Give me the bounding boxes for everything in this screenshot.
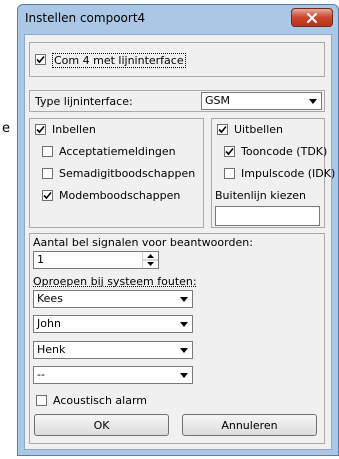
checkmark-icon bbox=[36, 125, 45, 134]
title-bar[interactable]: Instellen compoort4 bbox=[18, 5, 338, 34]
rings-label: Aantal bel signalen voor beantwoorden: bbox=[33, 236, 253, 249]
pulse-code-checkbox[interactable] bbox=[224, 168, 235, 179]
acoustic-alarm-checkbox[interactable] bbox=[36, 395, 47, 406]
com4-group: Com 4 met lijninterface bbox=[29, 42, 325, 77]
answer-group: Aantal bel signalen voor beantwoorden: 1… bbox=[29, 233, 325, 444]
acceptance-checkbox[interactable] bbox=[42, 146, 53, 157]
call-on-error-value-1: Kees bbox=[37, 292, 63, 305]
checkmark-icon bbox=[225, 147, 234, 156]
line-interface-group: Type lijninterface: GSM bbox=[29, 90, 325, 112]
line-interface-label: Type lijninterface: bbox=[35, 95, 133, 108]
call-on-error-value-2: John bbox=[37, 317, 61, 330]
checkmark-icon bbox=[36, 55, 45, 64]
stray-text: e bbox=[2, 121, 10, 136]
chevron-down-icon[interactable] bbox=[176, 367, 192, 383]
call-on-error-value-3: Henk bbox=[37, 343, 66, 356]
rings-spinner[interactable]: 1 bbox=[33, 251, 159, 269]
dialog-client: Com 4 met lijninterface Type lijninterfa… bbox=[24, 34, 335, 450]
tone-code-label[interactable]: Tooncode (TDK) bbox=[241, 145, 327, 158]
chevron-down-icon[interactable] bbox=[305, 93, 321, 109]
dialog-window: Instellen compoort4 Com 4 met lijninterf… bbox=[17, 4, 339, 456]
line-interface-select[interactable]: GSM bbox=[201, 92, 322, 110]
semadigit-label[interactable]: Semadigitboodschappen bbox=[59, 167, 195, 180]
modem-label[interactable]: Modemboodschappen bbox=[59, 189, 180, 202]
inbound-label[interactable]: Inbellen bbox=[52, 123, 96, 136]
pulse-code-label[interactable]: Impulscode (IDK) bbox=[241, 167, 335, 180]
outbound-checkbox[interactable] bbox=[217, 124, 228, 135]
inbound-checkbox[interactable] bbox=[35, 124, 46, 135]
outside-line-label: Buitenlijn kiezen bbox=[215, 189, 306, 202]
ok-button[interactable]: OK bbox=[34, 414, 169, 436]
cancel-button[interactable]: Annuleren bbox=[182, 414, 317, 436]
chevron-down-icon[interactable] bbox=[176, 291, 192, 307]
close-button[interactable] bbox=[291, 8, 333, 27]
outbound-label[interactable]: Uitbellen bbox=[234, 123, 283, 136]
rings-value: 1 bbox=[37, 253, 44, 266]
spin-arrows-icon[interactable] bbox=[142, 252, 158, 268]
window-title: Instellen compoort4 bbox=[25, 11, 146, 25]
call-on-error-select-2[interactable]: John bbox=[33, 315, 193, 333]
call-on-error-value-4: -- bbox=[37, 368, 45, 381]
modem-checkbox[interactable] bbox=[42, 190, 53, 201]
close-x-icon bbox=[307, 12, 317, 23]
inbound-group: Inbellen Acceptatiemeldingen Semadigitbo… bbox=[29, 118, 204, 228]
checkmark-icon bbox=[43, 191, 52, 200]
acoustic-alarm-label[interactable]: Acoustisch alarm bbox=[53, 394, 147, 407]
outside-line-input[interactable] bbox=[215, 206, 320, 226]
checkmark-icon bbox=[218, 125, 227, 134]
call-on-error-select-3[interactable]: Henk bbox=[33, 341, 193, 359]
call-on-error-label: Oproepen bij systeem fouten: bbox=[33, 275, 197, 288]
acceptance-label[interactable]: Acceptatiemeldingen bbox=[59, 145, 176, 158]
com4-checkbox[interactable] bbox=[35, 54, 46, 65]
chevron-down-icon[interactable] bbox=[176, 316, 192, 332]
chevron-down-icon[interactable] bbox=[176, 342, 192, 358]
outbound-group: Uitbellen Tooncode (TDK) Impulscode (IDK… bbox=[211, 118, 335, 228]
call-on-error-select-1[interactable]: Kees bbox=[33, 290, 193, 308]
line-interface-value: GSM bbox=[205, 94, 230, 107]
semadigit-checkbox[interactable] bbox=[42, 168, 53, 179]
com4-label[interactable]: Com 4 met lijninterface bbox=[52, 53, 186, 68]
call-on-error-select-4[interactable]: -- bbox=[33, 366, 193, 384]
tone-code-checkbox[interactable] bbox=[224, 146, 235, 157]
